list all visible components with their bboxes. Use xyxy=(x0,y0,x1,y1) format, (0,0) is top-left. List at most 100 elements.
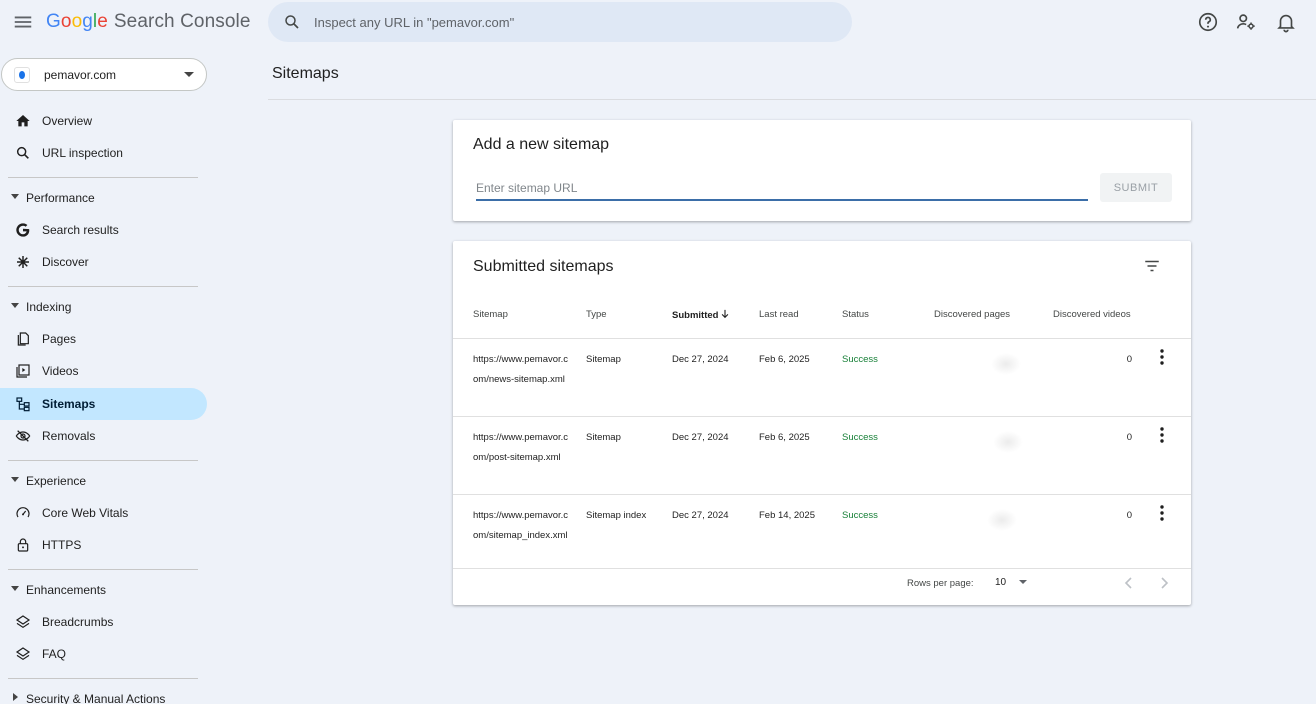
collapse-triangle-icon xyxy=(11,303,19,308)
property-favicon-icon xyxy=(14,67,30,83)
section-label: Performance xyxy=(26,191,95,205)
sidebar-item-videos[interactable]: Videos xyxy=(0,355,207,387)
sidebar-item-pages[interactable]: Pages xyxy=(0,323,207,355)
submitted-date: Dec 27, 2024 xyxy=(672,432,729,443)
more-vert-icon[interactable] xyxy=(1155,426,1169,444)
help-icon[interactable] xyxy=(1197,11,1219,33)
rows-per-page-select[interactable]: 10 xyxy=(995,577,1006,588)
gauge-icon xyxy=(16,507,30,518)
column-header-submitted[interactable]: Submitted xyxy=(672,309,730,321)
sidebar-section-security[interactable]: Security & Manual Actions xyxy=(0,686,207,704)
sidebar-section-indexing[interactable]: Indexing xyxy=(0,294,207,320)
collapse-triangle-icon xyxy=(11,586,19,591)
sidebar-item-label: Search results xyxy=(42,223,119,237)
sidebar-item-core-web-vitals[interactable]: Core Web Vitals xyxy=(0,497,207,529)
google-g-icon xyxy=(16,223,30,237)
sidebar-section-experience[interactable]: Experience xyxy=(0,468,207,494)
sidebar-item-label: HTTPS xyxy=(42,538,82,552)
chevron-right-icon[interactable] xyxy=(1157,575,1171,591)
search-icon[interactable] xyxy=(283,13,301,31)
property-selector[interactable]: pemavor.com xyxy=(1,58,207,91)
column-header-sitemap[interactable]: Sitemap xyxy=(473,309,508,320)
sidebar-item-https[interactable]: HTTPS xyxy=(0,529,207,561)
discovered-videos-count: 0 xyxy=(1126,432,1132,443)
manage-users-icon[interactable] xyxy=(1235,11,1257,33)
sidebar-divider xyxy=(8,460,198,461)
more-vert-icon[interactable] xyxy=(1155,504,1169,522)
column-header-status[interactable]: Status xyxy=(842,309,869,320)
logo-letter: G xyxy=(46,11,61,32)
table-row[interactable]: https://www.pemavor.com/news-sitemap.xml… xyxy=(453,338,1191,416)
add-sitemap-card: Add a new sitemap SUBMIT xyxy=(453,120,1191,221)
column-header-type[interactable]: Type xyxy=(586,309,607,320)
search-icon xyxy=(16,146,29,159)
sidebar-item-label: FAQ xyxy=(42,647,67,661)
table-row[interactable]: https://www.pemavor.com/sitemap_index.xm… xyxy=(453,494,1191,568)
sidebar-item-faq[interactable]: FAQ xyxy=(0,638,207,670)
last-read-date: Feb 14, 2025 xyxy=(759,510,815,521)
status-badge: Success xyxy=(842,432,878,443)
expand-triangle-icon xyxy=(13,693,18,701)
logo-letter: g xyxy=(82,11,93,32)
sidebar-divider xyxy=(8,569,198,570)
more-vert-icon[interactable] xyxy=(1155,348,1169,366)
sidebar-section-enhancements[interactable]: Enhancements xyxy=(0,577,207,603)
sitemap-url: https://www.pemavor.com/sitemap_index.xm… xyxy=(473,510,569,541)
card-title: Submitted sitemaps xyxy=(473,258,614,275)
url-inspect-search xyxy=(268,2,852,42)
sitemap-icon xyxy=(16,397,30,412)
hamburger-menu-icon[interactable] xyxy=(12,11,34,33)
logo-letter: e xyxy=(97,11,108,32)
sidebar-divider xyxy=(8,678,198,679)
section-label: Indexing xyxy=(26,300,72,314)
notifications-bell-icon[interactable] xyxy=(1275,11,1297,33)
column-header-discovered-videos[interactable]: Discovered videos xyxy=(1053,309,1131,320)
section-label: Experience xyxy=(26,474,87,488)
column-header-discovered-pages[interactable]: Discovered pages xyxy=(934,309,1010,320)
chevron-left-icon[interactable] xyxy=(1122,575,1136,591)
dropdown-caret-icon[interactable] xyxy=(1019,580,1027,584)
arrow-down-icon xyxy=(722,309,729,319)
sidebar-item-url-inspection[interactable]: URL inspection xyxy=(0,137,207,169)
submitted-date: Dec 27, 2024 xyxy=(672,510,729,521)
layers-icon xyxy=(15,615,31,629)
sidebar-item-removals[interactable]: Removals xyxy=(0,420,207,452)
property-name: pemavor.com xyxy=(44,68,117,82)
sidebar-item-overview[interactable]: Overview xyxy=(0,105,207,137)
top-bar: Google Search Console xyxy=(0,0,1316,46)
column-header-label: Submitted xyxy=(672,310,719,321)
section-label: Security & Manual Actions xyxy=(26,692,166,704)
logo-letter: o xyxy=(71,11,83,32)
sidebar-item-breadcrumbs[interactable]: Breadcrumbs xyxy=(0,606,207,638)
submit-button[interactable]: SUBMIT xyxy=(1100,173,1172,202)
table-row[interactable]: https://www.pemavor.com/post-sitemap.xml… xyxy=(453,416,1191,494)
sidebar-item-label: Core Web Vitals xyxy=(42,506,129,520)
last-read-date: Feb 6, 2025 xyxy=(759,354,810,365)
lock-icon xyxy=(17,538,29,552)
sitemap-url: https://www.pemavor.com/news-sitemap.xml xyxy=(473,354,569,385)
sidebar-item-search-results[interactable]: Search results xyxy=(0,214,207,246)
card-title: Add a new sitemap xyxy=(473,136,610,153)
sidebar-item-label: Videos xyxy=(42,364,79,378)
sidebar-divider xyxy=(8,286,198,287)
sidebar-item-label: Overview xyxy=(42,114,93,128)
collapse-triangle-icon xyxy=(11,194,19,199)
sidebar-item-label: Pages xyxy=(42,332,77,346)
rows-per-page-label: Rows per page: xyxy=(907,578,974,589)
collapse-triangle-icon xyxy=(11,477,19,482)
discovered-videos-count: 0 xyxy=(1126,354,1132,365)
app-logo[interactable]: Google Search Console xyxy=(46,11,251,33)
video-icon xyxy=(16,364,30,378)
sitemap-url-input[interactable] xyxy=(476,177,1088,201)
submitted-sitemaps-card: Submitted sitemaps Sitemap Type Submitte… xyxy=(453,241,1191,605)
filter-icon[interactable] xyxy=(1143,257,1161,275)
sidebar-item-discover[interactable]: Discover xyxy=(0,246,207,278)
sidebar-section-performance[interactable]: Performance xyxy=(0,185,207,211)
page-title: Sitemaps xyxy=(272,65,339,82)
column-header-last-read[interactable]: Last read xyxy=(759,309,799,320)
logo-letter: o xyxy=(60,11,72,32)
sidebar-item-sitemaps[interactable]: Sitemaps xyxy=(0,388,207,420)
header-divider xyxy=(268,99,1316,100)
sidebar-item-label: Discover xyxy=(42,255,89,269)
search-input[interactable] xyxy=(314,2,834,42)
